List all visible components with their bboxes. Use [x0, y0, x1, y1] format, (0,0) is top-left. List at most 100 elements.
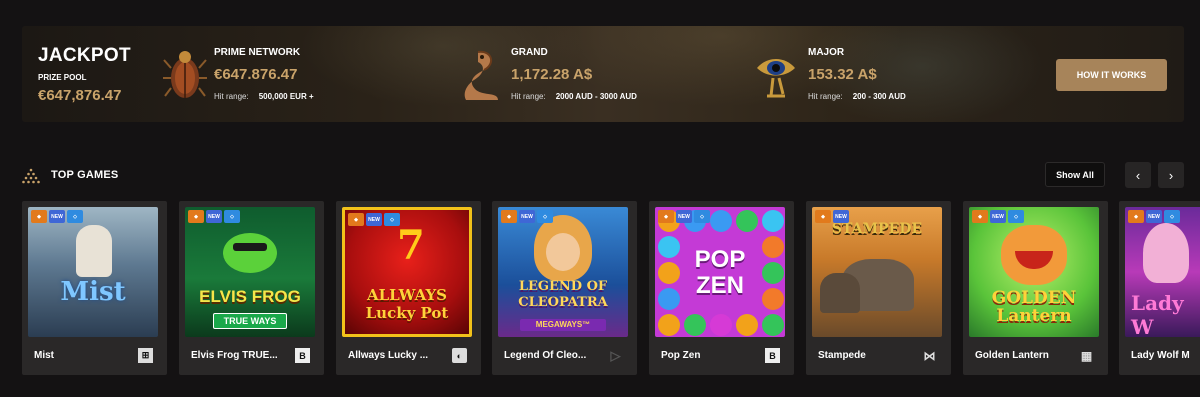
- game-name: Legend Of Cleo...: [504, 350, 587, 361]
- true-ways-label: TRUE WAYS: [213, 313, 287, 329]
- jackpot-amount: €647,876.47: [38, 87, 122, 104]
- game-name: Stampede: [818, 350, 866, 361]
- new-badge: NEW: [833, 210, 849, 223]
- new-badge: NEW: [1146, 210, 1162, 223]
- game-badges: ◆ NEW ◇: [31, 210, 83, 223]
- game-name: Mist: [34, 350, 54, 361]
- game-badges: ◆ NEW ◇: [348, 213, 400, 226]
- prev-arrow-button[interactable]: ‹: [1125, 162, 1151, 188]
- game-card[interactable]: Mist ◆ NEW ◇ Mist ⊞: [22, 201, 167, 375]
- game-thumbnail[interactable]: STAMPEDE ◆ NEW: [812, 207, 942, 337]
- hot-badge-icon: ◆: [658, 210, 674, 223]
- provider-logo-icon: ◐: [452, 348, 467, 363]
- game-art-text: Lady W: [1131, 291, 1184, 337]
- game-art-text: ALLWAYS Lucky Pot: [365, 286, 449, 322]
- new-badge: NEW: [676, 210, 692, 223]
- game-art-text: STAMPEDE: [831, 221, 923, 237]
- game-thumbnail[interactable]: Mist ◆ NEW ◇: [28, 207, 158, 337]
- diamond-badge-icon: ◇: [67, 210, 83, 223]
- game-name: Pop Zen: [661, 350, 701, 361]
- diamond-badge-icon: ◇: [384, 213, 400, 226]
- provider-logo-icon: ⋈: [923, 348, 936, 363]
- pyramid-icon: [22, 168, 40, 184]
- show-all-button[interactable]: Show All: [1045, 162, 1105, 187]
- game-badges: ◆ NEW ◇: [658, 210, 710, 223]
- hit-range-label: Hit range:: [808, 92, 843, 101]
- game-card[interactable]: 7 ALLWAYS Lucky Pot ◆ NEW ◇ Allways Lucky …: [336, 201, 481, 375]
- game-card[interactable]: Lady W ◆ NEW ◇ Lady Wolf M: [1119, 201, 1200, 375]
- game-thumbnail[interactable]: LEGEND OF CLEOPATRA MEGAWAYS™ ◆ NEW ◇: [498, 207, 628, 337]
- game-thumbnail[interactable]: ELVIS FROG TRUE WAYS ◆ NEW ◇: [185, 207, 315, 337]
- game-thumbnail[interactable]: 7 ALLWAYS Lucky Pot ◆ NEW ◇: [342, 207, 472, 337]
- game-art-text: Mist: [60, 277, 126, 307]
- tier-hit-range: Hit range: 2000 AUD - 3000 AUD: [511, 92, 637, 101]
- hot-badge-icon: ◆: [1128, 210, 1144, 223]
- game-art-text: GOLDEN Lantern: [991, 288, 1077, 326]
- hot-badge-icon: ◆: [972, 210, 988, 223]
- tier-value: 153.32 A$: [808, 66, 877, 83]
- provider-logo-icon: B: [295, 348, 310, 363]
- diamond-badge-icon: ◇: [1164, 210, 1180, 223]
- hot-badge-icon: ◆: [348, 213, 364, 226]
- megaways-label: MEGAWAYS™: [520, 319, 606, 331]
- hot-badge-icon: ◆: [31, 210, 47, 223]
- game-art-text: POP ZEN: [694, 246, 746, 299]
- eye-of-horus-icon: [757, 59, 795, 98]
- tier-value: 1,172.28 A$: [511, 66, 593, 83]
- new-badge: NEW: [206, 210, 222, 223]
- tier-name: GRAND: [511, 47, 548, 58]
- game-card[interactable]: POP ZEN ◆ NEW ◇ Pop Zen B: [649, 201, 794, 375]
- new-badge: NEW: [49, 210, 65, 223]
- hit-range-label: Hit range:: [511, 92, 546, 101]
- hot-badge-icon: ◆: [815, 210, 831, 223]
- game-card[interactable]: STAMPEDE ◆ NEW Stampede ⋈: [806, 201, 951, 375]
- game-card[interactable]: ELVIS FROG TRUE WAYS ◆ NEW ◇ Elvis Frog TR…: [179, 201, 324, 375]
- jackpot-banner: JACKPOT PRIZE POOL €647,876.47 PRIME NET…: [22, 26, 1184, 122]
- game-thumbnail[interactable]: GOLDEN Lantern ◆ NEW ◇: [969, 207, 1099, 337]
- hit-range-label: Hit range:: [214, 92, 249, 101]
- game-name: Golden Lantern: [975, 350, 1049, 361]
- scarab-icon: [163, 51, 207, 98]
- game-badges: ◆ NEW ◇: [1128, 210, 1180, 223]
- game-name: Lady Wolf M: [1131, 350, 1190, 361]
- provider-logo-icon: ▦: [1080, 348, 1093, 363]
- jackpot-tier-grand: GRAND 1,172.28 A$ Hit range: 2000 AUD - 3…: [458, 26, 718, 122]
- new-badge: NEW: [519, 210, 535, 223]
- top-games-title: TOP GAMES: [51, 169, 119, 181]
- game-badges: ◆ NEW ◇: [501, 210, 553, 223]
- jackpot-tier-major: MAJOR 153.32 A$ Hit range: 200 - 300 AUD: [753, 26, 993, 122]
- hit-range-value: 2000 AUD - 3000 AUD: [555, 92, 637, 101]
- next-arrow-button[interactable]: ›: [1158, 162, 1184, 188]
- game-badges: ◆ NEW ◇: [972, 210, 1024, 223]
- game-thumbnail[interactable]: Lady W ◆ NEW ◇: [1125, 207, 1200, 337]
- game-name: Elvis Frog TRUE...: [191, 350, 278, 361]
- hot-badge-icon: ◆: [188, 210, 204, 223]
- provider-logo-icon: ▷: [610, 347, 621, 363]
- diamond-badge-icon: ◇: [224, 210, 240, 223]
- how-it-works-button[interactable]: HOW IT WORKS: [1056, 59, 1167, 91]
- provider-logo-icon: B: [765, 348, 780, 363]
- game-art-text: LEGEND OF CLEOPATRA: [518, 279, 608, 310]
- game-art-text: ELVIS FROG: [199, 287, 301, 306]
- tier-hit-range: Hit range: 500,000 EUR +: [214, 92, 314, 101]
- game-card[interactable]: GOLDEN Lantern ◆ NEW ◇ Golden Lantern ▦: [963, 201, 1108, 375]
- tier-hit-range: Hit range: 200 - 300 AUD: [808, 92, 906, 101]
- tier-name: PRIME NETWORK: [214, 47, 301, 58]
- jackpot-title: JACKPOT: [38, 45, 131, 66]
- jackpot-subtitle: PRIZE POOL: [38, 73, 87, 82]
- new-badge: NEW: [366, 213, 382, 226]
- tier-value: €647.876.47: [214, 66, 298, 83]
- hit-range-value: 200 - 300 AUD: [852, 92, 906, 101]
- diamond-badge-icon: ◇: [694, 210, 710, 223]
- game-badges: ◆ NEW: [815, 210, 849, 223]
- game-name: Allways Lucky ...: [348, 350, 429, 361]
- game-card[interactable]: LEGEND OF CLEOPATRA MEGAWAYS™ ◆ NEW ◇ Lege…: [492, 201, 637, 375]
- new-badge: NEW: [990, 210, 1006, 223]
- jackpot-tier-prime: PRIME NETWORK €647.876.47 Hit range: 500,…: [162, 26, 412, 122]
- game-thumbnail[interactable]: POP ZEN ◆ NEW ◇: [655, 207, 785, 337]
- diamond-badge-icon: ◇: [1008, 210, 1024, 223]
- hit-range-value: 500,000 EUR +: [258, 92, 314, 101]
- hot-badge-icon: ◆: [501, 210, 517, 223]
- chevron-right-icon: ›: [1168, 167, 1174, 183]
- chevron-left-icon: ‹: [1135, 167, 1141, 183]
